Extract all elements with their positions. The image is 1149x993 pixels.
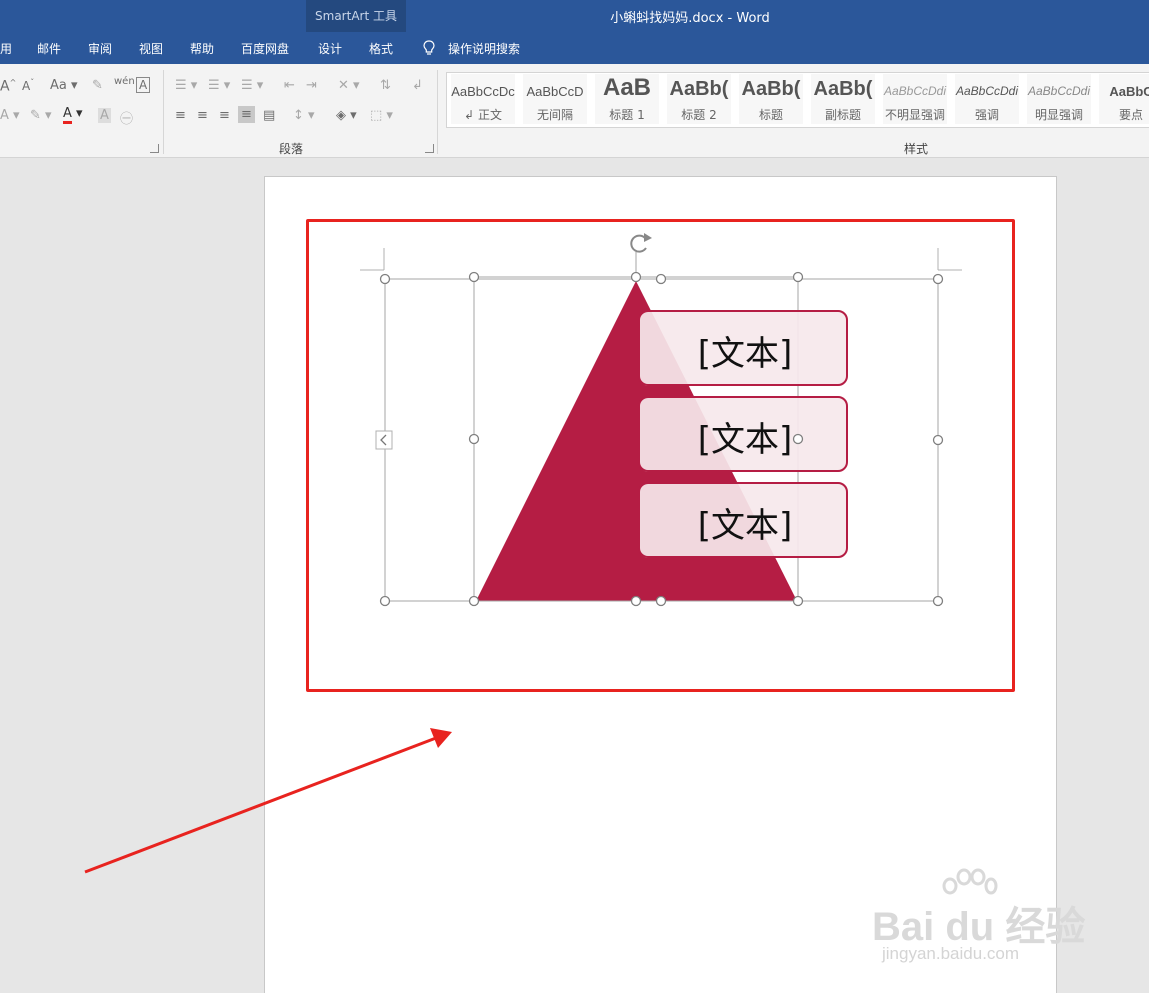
baidu-jingyan-watermark: Bai du 经验 jingyan.baidu.com (872, 868, 1092, 978)
annotation-arrow (84, 728, 452, 874)
watermark-url: jingyan.baidu.com (882, 944, 1020, 963)
annotation-highlight-box (306, 219, 1015, 692)
